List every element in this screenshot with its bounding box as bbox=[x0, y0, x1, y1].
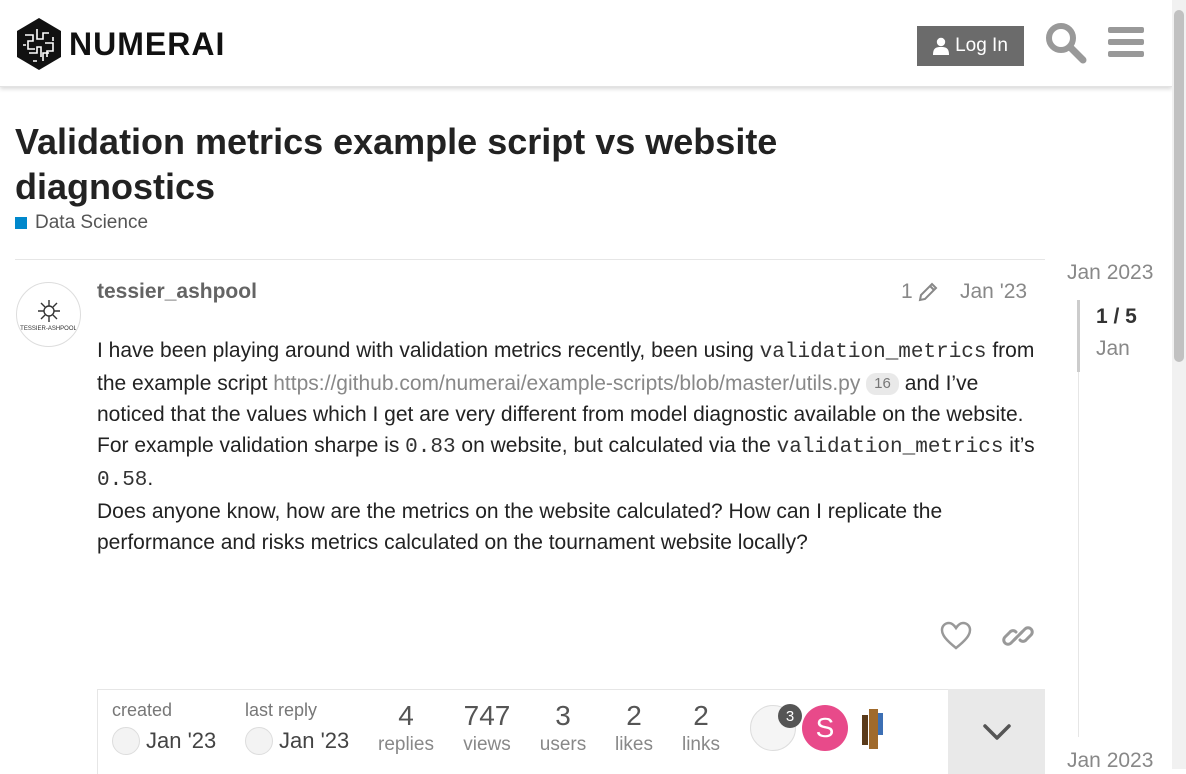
last-reply-avatar[interactable] bbox=[245, 727, 273, 755]
avatar-logo-icon bbox=[37, 299, 60, 322]
post-date[interactable]: Jan '23 bbox=[960, 280, 1027, 304]
category-badge bbox=[15, 217, 27, 229]
share-link-icon[interactable] bbox=[1002, 620, 1034, 652]
login-label: Log In bbox=[955, 35, 1008, 56]
stat-label: views bbox=[463, 734, 511, 755]
post-link[interactable]: https://github.com/numerai/example-scrip… bbox=[273, 372, 860, 395]
page-scrollbar[interactable] bbox=[1172, 0, 1186, 769]
stat-label: likes bbox=[614, 734, 653, 755]
inline-code: validation_metrics bbox=[759, 341, 987, 364]
stat-likes: 2 likes bbox=[608, 700, 660, 756]
site-header: NUMERAI Log In bbox=[0, 0, 1172, 87]
avatar[interactable]: TESSIER-ASHPOOL bbox=[16, 282, 81, 347]
participant-avatar[interactable]: S bbox=[802, 705, 848, 751]
map-last-reply: last reply Jan '23 bbox=[245, 700, 349, 755]
scrollbar-thumb[interactable] bbox=[1174, 10, 1184, 362]
map-created: created Jan '23 bbox=[112, 700, 216, 755]
stat-number: 2 bbox=[693, 700, 709, 731]
post-text: I have been playing around with validati… bbox=[97, 339, 760, 362]
like-heart-icon[interactable] bbox=[940, 620, 972, 652]
stat-number: 4 bbox=[398, 700, 414, 731]
chevron-down-icon bbox=[982, 723, 1011, 740]
search-icon[interactable] bbox=[1043, 20, 1087, 64]
pencil-icon bbox=[918, 282, 938, 302]
logo-text: NUMERAI bbox=[69, 25, 226, 62]
timeline-handle[interactable] bbox=[1077, 300, 1080, 372]
created-date[interactable]: Jan '23 bbox=[146, 728, 216, 754]
post-text: . bbox=[147, 467, 154, 490]
inline-code: 0.58 bbox=[97, 469, 148, 492]
site-logo[interactable]: NUMERAI bbox=[15, 17, 225, 71]
user-icon bbox=[933, 37, 950, 55]
post-text: it’s bbox=[1003, 434, 1035, 457]
timeline-start-date[interactable]: Jan 2023 bbox=[1067, 261, 1153, 285]
timeline-position: 1 / 5 bbox=[1096, 305, 1137, 328]
participant-figure-icon bbox=[862, 709, 883, 749]
last-reply-label: last reply bbox=[245, 700, 318, 720]
stat-links: 2 links bbox=[676, 700, 726, 756]
stat-label: links bbox=[681, 734, 720, 755]
stat-replies: 4 replies bbox=[375, 700, 437, 756]
topic-divider bbox=[15, 259, 1045, 260]
category-name: Data Science bbox=[35, 212, 149, 233]
stat-number: 747 bbox=[463, 700, 511, 731]
login-button[interactable]: Log In bbox=[917, 26, 1024, 66]
stat-views: 747 views bbox=[455, 700, 519, 756]
avatar-text: TESSIER-ASHPOOL bbox=[20, 325, 77, 332]
stat-label: replies bbox=[378, 734, 434, 755]
link-click-count: 16 bbox=[866, 373, 899, 395]
stat-label: users bbox=[539, 734, 587, 755]
inline-code: validation_metrics bbox=[776, 436, 1004, 459]
timeline-end-date[interactable]: Jan 2023 bbox=[1067, 749, 1153, 773]
edit-count: 1 bbox=[901, 280, 913, 303]
topic-title[interactable]: Validation metrics example script vs web… bbox=[15, 119, 855, 209]
stat-users: 3 users bbox=[535, 700, 591, 756]
edit-history-button[interactable]: 1 bbox=[901, 280, 939, 304]
created-avatar[interactable] bbox=[112, 727, 140, 755]
post-paragraph: I have been playing around with validati… bbox=[97, 335, 1037, 496]
participant-post-count: 3 bbox=[778, 704, 802, 728]
inline-code: 0.83 bbox=[405, 436, 456, 459]
numerai-logo-icon bbox=[17, 18, 61, 70]
stat-number: 3 bbox=[555, 700, 571, 731]
post-username[interactable]: tessier_ashpool bbox=[97, 280, 257, 304]
last-reply-date[interactable]: Jan '23 bbox=[279, 728, 349, 754]
post-text: on website, but calculated via the bbox=[455, 434, 777, 457]
participant-avatar[interactable] bbox=[850, 705, 896, 751]
timeline-position-date: Jan bbox=[1096, 337, 1130, 360]
post-paragraph: Does anyone know, how are the metrics on… bbox=[97, 500, 943, 554]
category-link[interactable]: Data Science bbox=[15, 212, 148, 234]
hamburger-menu-icon[interactable] bbox=[1104, 20, 1148, 64]
post-body: I have been playing around with validati… bbox=[97, 335, 1037, 558]
timeline-track[interactable] bbox=[1078, 372, 1079, 737]
expand-topic-map-button[interactable] bbox=[948, 689, 1045, 774]
stat-number: 2 bbox=[626, 700, 642, 731]
created-label: created bbox=[112, 700, 173, 720]
